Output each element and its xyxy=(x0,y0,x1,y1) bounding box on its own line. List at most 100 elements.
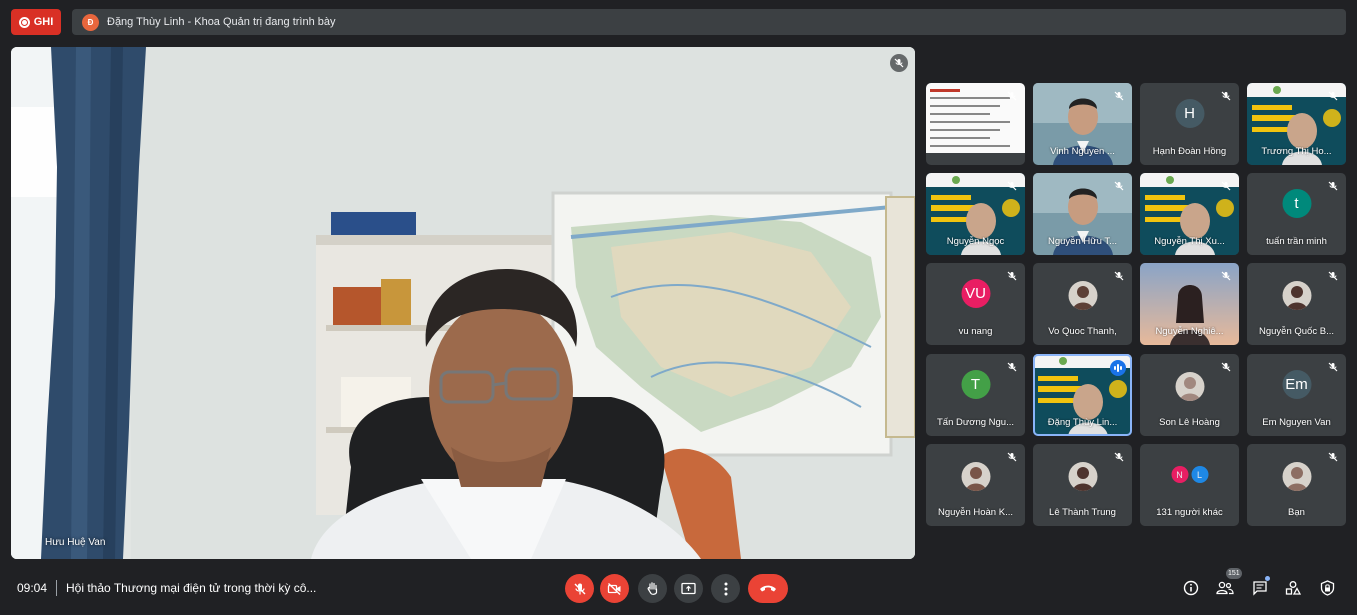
avatar-photo xyxy=(1282,281,1311,310)
end-call-icon xyxy=(760,585,776,592)
activities-button[interactable] xyxy=(1283,578,1303,598)
participant-name: Nguyễn Thị Xu... xyxy=(1154,236,1225,247)
mic-off-icon xyxy=(1007,362,1017,372)
participant-name: Hạnh Đoàn Hồng xyxy=(1152,146,1227,157)
participant-name: Son Lê Hoàng xyxy=(1159,417,1220,428)
present-screen-icon xyxy=(681,582,696,595)
mic-off-icon xyxy=(1007,452,1017,462)
raise-hand-icon xyxy=(647,582,657,595)
participant-tile[interactable]: Em Em Nguyen Van xyxy=(1247,354,1346,436)
avatar: T xyxy=(961,370,990,399)
participant-name: Lê Thành Trung xyxy=(1049,507,1116,518)
participant-tile[interactable]: Nguyễn Quốc B... xyxy=(1247,263,1346,345)
participant-tile[interactable]: N L 131 người khác xyxy=(1140,444,1239,526)
avatar-initial: H xyxy=(1184,105,1195,122)
participant-tile[interactable]: Nguyễn Hữu T... xyxy=(1033,173,1132,255)
meeting-title: Hội thảo Thương mại điện tử trong thời k… xyxy=(66,581,317,595)
participant-tile[interactable]: Nguyễn Nghiê... xyxy=(1140,263,1239,345)
recording-badge[interactable]: GHI xyxy=(11,9,61,35)
mute-indicator xyxy=(1326,450,1340,464)
presentation-banner[interactable]: Đ Đặng Thùy Linh - Khoa Quản trị đang tr… xyxy=(72,9,1346,35)
mic-off-icon xyxy=(1328,181,1338,191)
mute-indicator xyxy=(1005,179,1019,193)
avatar xyxy=(1068,462,1097,491)
recording-label: GHI xyxy=(33,16,54,28)
presentation-text: Đặng Thùy Linh - Khoa Quản trị đang trìn… xyxy=(107,16,336,28)
avatar xyxy=(1175,372,1204,401)
mute-indicator xyxy=(1219,269,1233,283)
avatar: Em xyxy=(1282,370,1311,399)
avatar xyxy=(961,462,990,491)
participant-name: Nguyễn Hoàn K... xyxy=(938,507,1013,518)
mic-off-icon xyxy=(1328,452,1338,462)
mute-indicator xyxy=(1112,89,1126,103)
participant-name: Nguyễn Quốc B... xyxy=(1259,326,1334,337)
avatar-photo xyxy=(1068,281,1097,310)
chat-notification-dot xyxy=(1265,576,1270,581)
present-screen-button[interactable] xyxy=(674,574,703,603)
mic-off-icon xyxy=(1007,181,1017,191)
camera-off-icon xyxy=(607,582,621,595)
participant-tile[interactable]: VU vu nang xyxy=(926,263,1025,345)
participant-tile[interactable]: T Tấn Dương Ngu... xyxy=(926,354,1025,436)
mute-indicator xyxy=(1005,89,1019,103)
participant-tile[interactable] xyxy=(926,83,1025,165)
participant-name: 131 người khác xyxy=(1156,507,1223,518)
mute-indicator xyxy=(1219,360,1233,374)
chat-button[interactable] xyxy=(1250,578,1270,598)
mic-off-icon xyxy=(1114,181,1124,191)
participant-name: Trương Thị Ho... xyxy=(1261,146,1332,157)
mute-indicator xyxy=(1005,360,1019,374)
participant-name: Nguyễn Nghiê... xyxy=(1155,326,1224,337)
mic-off-icon xyxy=(1114,91,1124,101)
avatar: t xyxy=(1282,189,1311,218)
mic-toggle-button[interactable] xyxy=(565,574,594,603)
avatar-initial: VU xyxy=(965,285,986,302)
participant-tile[interactable]: H Hạnh Đoàn Hồng xyxy=(1140,83,1239,165)
people-button[interactable] xyxy=(1215,578,1235,598)
avatar-photo xyxy=(1068,462,1097,491)
participant-tile[interactable]: Vinh Nguyen ... xyxy=(1033,83,1132,165)
more-options-button[interactable] xyxy=(711,574,740,603)
mic-off-icon xyxy=(1221,362,1231,372)
participant-name: Em Nguyen Van xyxy=(1262,417,1331,428)
participant-name: tuấn trần minh xyxy=(1266,236,1327,247)
participant-tile[interactable]: t tuấn trần minh xyxy=(1247,173,1346,255)
participant-tile[interactable]: Nguyễn Thị Xu... xyxy=(1140,173,1239,255)
mute-indicator xyxy=(1005,450,1019,464)
avatar-initial: T xyxy=(970,376,981,393)
mic-off-icon xyxy=(1007,91,1017,101)
participant-tile[interactable]: Lê Thành Trung xyxy=(1033,444,1132,526)
participant-tile[interactable]: Bạn xyxy=(1247,444,1346,526)
main-speaker-name: Hưu Huệ Van xyxy=(45,537,106,548)
mic-off-icon xyxy=(1328,91,1338,101)
avatar-photo xyxy=(1175,372,1204,401)
participant-name: Nguyễn Ngọc xyxy=(946,236,1005,247)
end-call-button[interactable] xyxy=(748,574,788,603)
participant-tile[interactable]: Nguyễn Hoàn K... xyxy=(926,444,1025,526)
avatar-initial: N xyxy=(1171,466,1188,483)
mic-off-icon xyxy=(1328,362,1338,372)
participant-tile[interactable]: Vo Quoc Thanh, xyxy=(1033,263,1132,345)
mic-off-icon xyxy=(1221,181,1231,191)
mute-indicator xyxy=(1112,179,1126,193)
main-speaker-video[interactable]: Hưu Huệ Van xyxy=(11,47,915,559)
meeting-info-button[interactable] xyxy=(1181,578,1201,598)
activities-icon xyxy=(1285,581,1301,595)
participant-tile[interactable]: Đặng Thùy Lin... xyxy=(1033,354,1132,436)
avatar: VU xyxy=(961,279,990,308)
participant-name: Vo Quoc Thanh, xyxy=(1048,326,1117,337)
participant-tile[interactable]: Nguyễn Ngọc xyxy=(926,173,1025,255)
mute-indicator xyxy=(1112,450,1126,464)
raise-hand-button[interactable] xyxy=(638,574,667,603)
participant-tile[interactable]: Trương Thị Ho... xyxy=(1247,83,1346,165)
main-mute-indicator xyxy=(890,54,908,72)
speaking-indicator-icon xyxy=(1110,360,1126,376)
participant-count-badge: 151 xyxy=(1226,568,1242,579)
mute-indicator xyxy=(1219,179,1233,193)
chat-icon xyxy=(1253,581,1267,596)
camera-toggle-button[interactable] xyxy=(600,574,629,603)
meeting-time: 09:04 xyxy=(17,581,48,595)
host-controls-button[interactable] xyxy=(1317,578,1337,598)
participant-tile[interactable]: Son Lê Hoàng xyxy=(1140,354,1239,436)
